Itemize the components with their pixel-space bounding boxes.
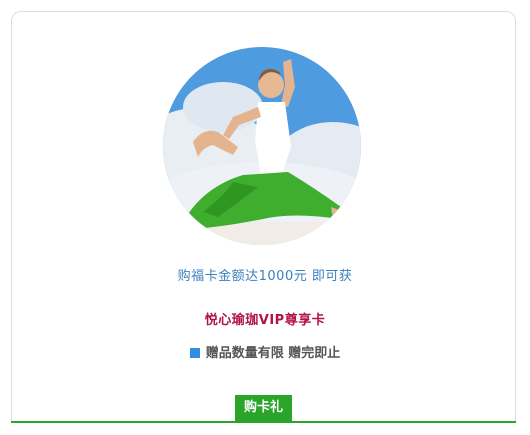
yoga-woman-photo-icon xyxy=(163,47,361,245)
gift-notice-text: 赠品数量有限 赠完即止 xyxy=(205,346,341,361)
buy-card-gift-button[interactable]: 购卡礼 xyxy=(235,395,292,421)
promo-text: 购福卡金额达1000元 即可获 xyxy=(177,269,353,284)
yoga-photo xyxy=(163,47,361,245)
square-bullet-icon xyxy=(189,348,200,358)
vip-card-name: 悦心瑜珈VIP尊享卡 xyxy=(204,313,326,328)
card-bottom-border xyxy=(11,421,516,423)
gift-notice: 赠品数量有限 赠完即止 xyxy=(0,342,530,361)
